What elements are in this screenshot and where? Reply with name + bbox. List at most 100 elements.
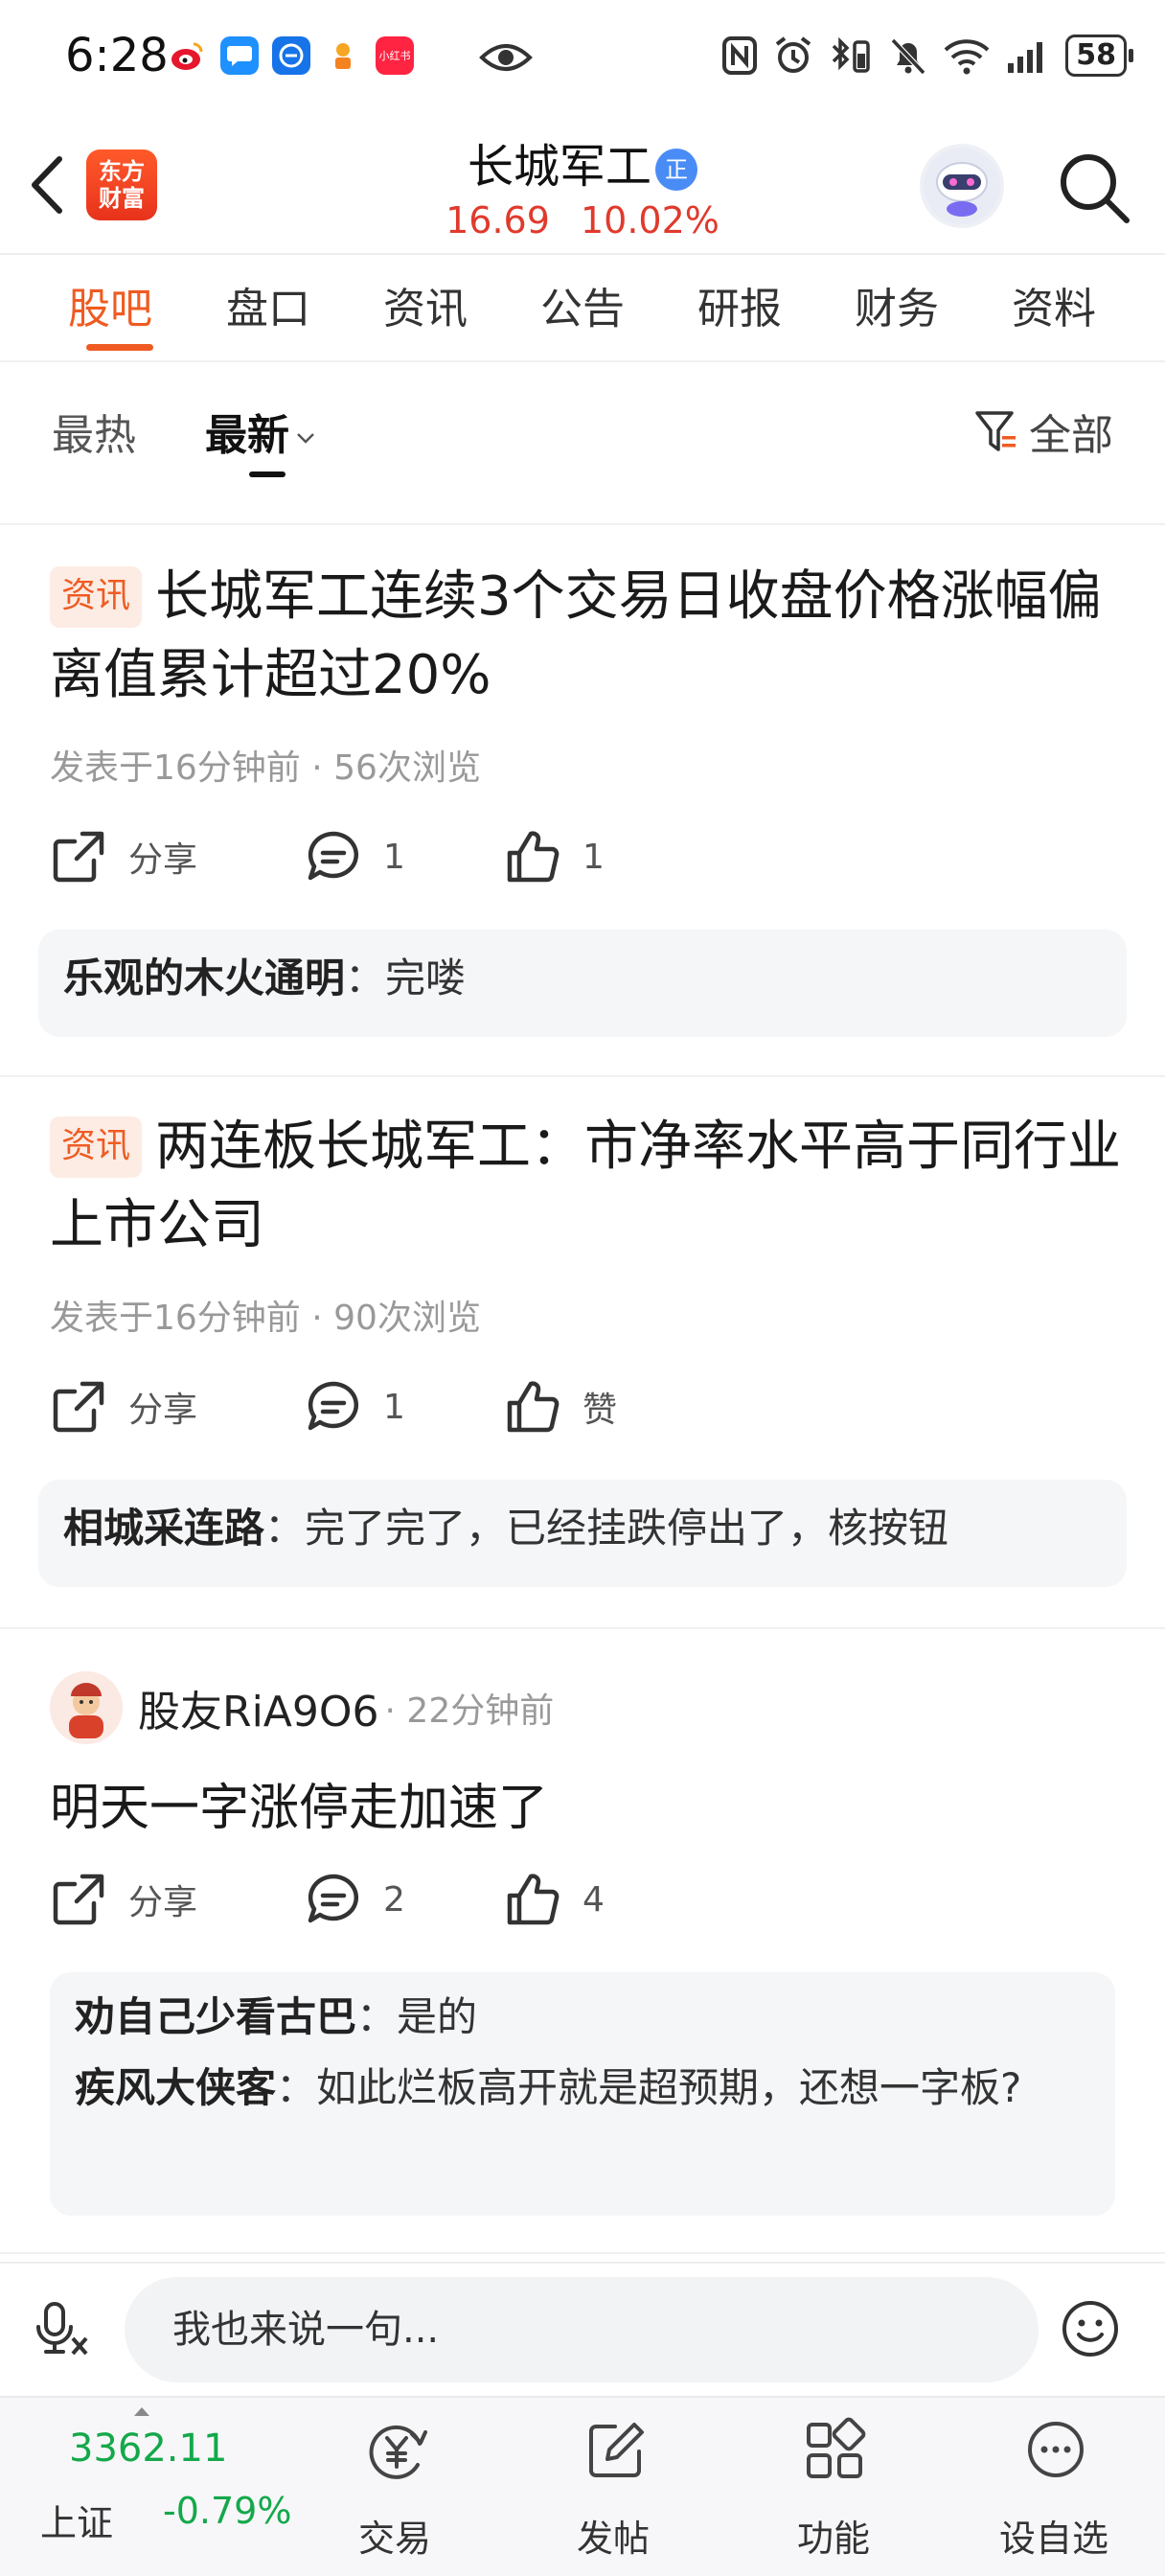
comment-button[interactable]: 2: [305, 1871, 405, 1928]
sort-newest[interactable]: 最新: [205, 401, 316, 462]
nav-functions[interactable]: 功能: [757, 2413, 910, 2566]
nav-post[interactable]: 发帖: [537, 2413, 690, 2566]
reply-item: 相城采连路：完了完了，已经挂跌停出了，核按钮: [63, 1499, 1102, 1558]
tab-finance[interactable]: 财务: [818, 257, 975, 360]
battery-level: 58: [1065, 34, 1133, 77]
comment-count: 1: [383, 837, 405, 877]
emoji-button[interactable]: [1060, 2298, 1121, 2363]
post-title-block[interactable]: 资讯 两连板长城军工：市净率水平高于同行业上市公司: [50, 1108, 1123, 1265]
index-name[interactable]: 上证: [40, 2494, 113, 2546]
like-button[interactable]: 4: [504, 1871, 605, 1928]
share-icon: [53, 831, 104, 883]
comment-icon: [308, 831, 358, 881]
comment-button[interactable]: 1: [305, 1378, 405, 1436]
index-change[interactable]: -0.79%: [163, 2490, 291, 2532]
post-card[interactable]: 资讯 长城军工连续3个交易日收盘价格涨幅偏离值累计超过20% 发表于16分钟前 ·…: [0, 527, 1165, 1077]
tab-guba[interactable]: 股吧: [31, 257, 190, 360]
reply-text: ：是的: [356, 1993, 478, 2040]
status-time: 6:28: [65, 29, 169, 82]
stock-name: 长城军工: [467, 140, 651, 194]
comment-button[interactable]: 1: [305, 828, 405, 886]
sort-hot[interactable]: 最热: [52, 401, 136, 462]
shopping-app-icon: [324, 36, 362, 75]
bluetooth-battery-icon: [833, 36, 870, 73]
share-button[interactable]: 分享: [50, 828, 197, 886]
search-icon: [1061, 154, 1130, 223]
grid-icon: [807, 2417, 866, 2478]
comment-input[interactable]: 我也来说一句...: [125, 2277, 1039, 2382]
post-card[interactable]: 股友RiA9O6 · 22分钟前 明天一字涨停走加速了 分享 2 4 劝自己少看…: [0, 1631, 1165, 2254]
tab-pankou[interactable]: 盘口: [190, 257, 347, 360]
nav-watchlist-label: 设自选: [998, 2518, 1108, 2560]
reply-text: ：如此烂板高开就是超预期，还想一字板?: [276, 2064, 1022, 2111]
reply-user[interactable]: 乐观的木火通明: [63, 954, 345, 1001]
sort-active-indicator: [249, 472, 286, 477]
edit-icon: [589, 2423, 644, 2477]
weibo-icon: [169, 36, 207, 75]
like-count: 4: [582, 1879, 605, 1920]
author-name[interactable]: 股友RiA9O6: [138, 1677, 379, 1738]
tab-research[interactable]: 研报: [661, 257, 818, 360]
reply-user[interactable]: 疾风大侠客: [75, 2064, 276, 2111]
sort-newest-label: 最新: [205, 411, 289, 460]
like-button[interactable]: 赞: [504, 1378, 617, 1436]
avatar[interactable]: [50, 1671, 123, 1744]
voice-input-button[interactable]: [33, 2298, 94, 2363]
index-value[interactable]: 3362.11: [69, 2426, 227, 2471]
nav-watchlist[interactable]: 设自选: [977, 2413, 1131, 2566]
nfc-icon: [722, 36, 758, 75]
stock-tabs: 股吧 盘口 资讯 公告 研报 财务 资料: [0, 257, 1165, 362]
notification-icons: 小红书: [169, 36, 414, 75]
wifi-icon: [944, 39, 990, 75]
robot-assistant-icon[interactable]: [920, 144, 1004, 228]
share-button[interactable]: 分享: [50, 1378, 197, 1436]
like-count: 1: [582, 837, 605, 877]
caret-up-icon: [134, 2407, 149, 2416]
bottom-nav: 3362.11 上证 -0.79% 交易 发帖 功能 设自选: [0, 2396, 1165, 2576]
tab-profile[interactable]: 资料: [975, 257, 1132, 360]
post-card[interactable]: 资讯 两连板长城军工：市净率水平高于同行业上市公司 发表于16分钟前 · 90次浏…: [0, 1079, 1165, 1629]
nav-functions-label: 功能: [796, 2518, 870, 2560]
tab-news[interactable]: 资讯: [347, 257, 504, 360]
search-button[interactable]: [1054, 148, 1134, 228]
emoji-icon: [1062, 2301, 1118, 2357]
thumbs-up-icon: [507, 1381, 560, 1433]
post-title: 长城军工连续3个交易日收盘价格涨幅偏离值累计超过20%: [50, 565, 1102, 706]
message-app-icon: [220, 36, 259, 75]
filter-button[interactable]: 全部: [973, 401, 1113, 462]
tab-announcements[interactable]: 公告: [504, 257, 661, 360]
comment-icon: [308, 1874, 358, 1923]
share-icon: [53, 1874, 104, 1925]
share-label: 分享: [128, 1883, 198, 1922]
post-meta: 发表于16分钟前 · 90次浏览: [50, 1299, 481, 1338]
post-actions: 分享 1 赞: [50, 1378, 1104, 1445]
xiaohongshu-icon: 小红书: [376, 36, 414, 75]
microphone-icon: [36, 2302, 88, 2356]
like-button[interactable]: 1: [504, 828, 605, 886]
eye-icon: [479, 38, 533, 80]
reply-preview[interactable]: 乐观的木火通明：完喽: [38, 930, 1127, 1037]
comment-count: 2: [383, 1879, 405, 1920]
sort-bar: 最热 最新 全部: [0, 364, 1165, 525]
mute-bell-icon: [891, 37, 926, 76]
nav-trade[interactable]: 交易: [318, 2413, 471, 2566]
share-icon: [53, 1381, 104, 1433]
reply-preview[interactable]: 相城采连路：完了完了，已经挂跌停出了，核按钮: [38, 1480, 1127, 1587]
post-author[interactable]: 股友RiA9O6 · 22分钟前: [50, 1671, 554, 1744]
reply-user[interactable]: 相城采连路: [63, 1505, 264, 1552]
reply-text: ：完喽: [345, 954, 467, 1001]
post-time: · 22分钟前: [384, 1691, 555, 1731]
post-title-block[interactable]: 资讯 长城军工连续3个交易日收盘价格涨幅偏离值累计超过20%: [50, 558, 1123, 715]
post-body[interactable]: 明天一字涨停走加速了: [50, 1767, 548, 1839]
browser-app-icon: [272, 36, 310, 75]
stock-header: 东方 财富 长城军工正 16.69 10.02%: [0, 115, 1165, 255]
stock-price: 16.69: [445, 199, 550, 242]
share-button[interactable]: 分享: [50, 1871, 197, 1928]
status-bar: 6:28 小红书 58: [0, 0, 1165, 115]
system-status-icons: 58: [720, 34, 1133, 77]
post-title: 两连板长城军工：市净率水平高于同行业上市公司: [50, 1116, 1122, 1256]
verified-badge-icon: 正: [655, 149, 697, 191]
reply-user[interactable]: 劝自己少看古巴: [75, 1993, 356, 2040]
news-tag: 资讯: [50, 1116, 143, 1178]
reply-preview[interactable]: 劝自己少看古巴：是的 疾风大侠客：如此烂板高开就是超预期，还想一字板?: [50, 1972, 1115, 2216]
